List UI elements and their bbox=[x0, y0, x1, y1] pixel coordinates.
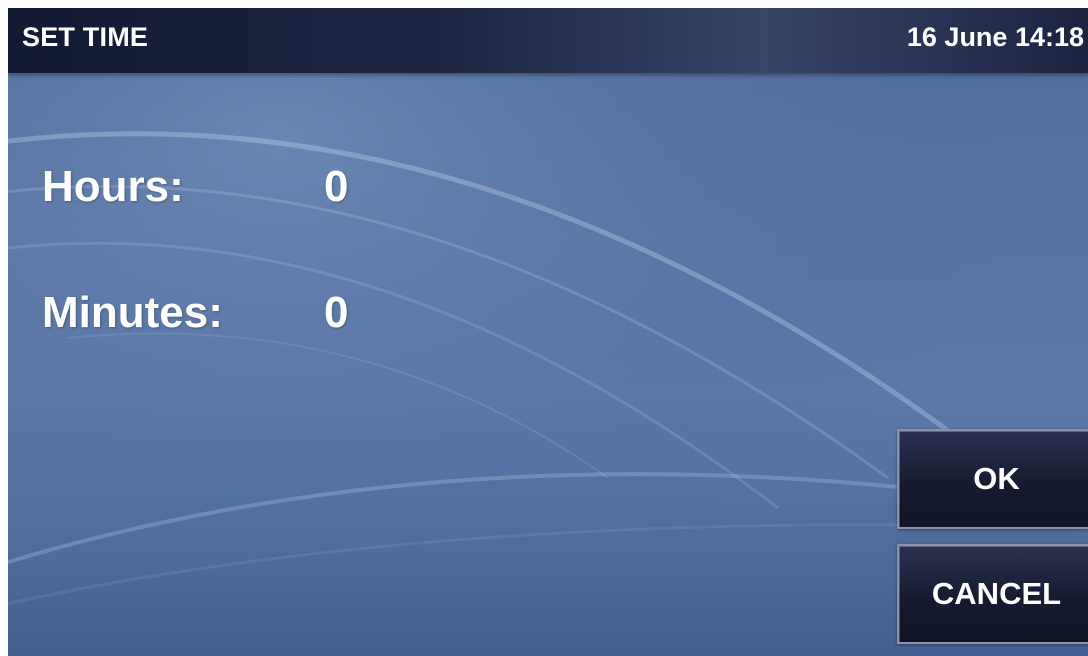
page-title: SET TIME bbox=[22, 22, 149, 52]
hours-value[interactable]: 0 bbox=[324, 162, 348, 212]
minutes-label: Minutes: bbox=[42, 288, 223, 337]
cancel-button[interactable]: CANCEL bbox=[897, 544, 1088, 644]
set-time-screen: SET TIME 16 June 14:18 Hours: 0 Minutes:… bbox=[8, 8, 1088, 656]
ok-button[interactable]: OK bbox=[897, 429, 1088, 529]
minutes-value[interactable]: 0 bbox=[324, 288, 348, 338]
title-bar: SET TIME 16 June 14:18 bbox=[8, 8, 1088, 73]
current-datetime: 16 June 14:18 bbox=[906, 22, 1084, 52]
hours-label: Hours: bbox=[42, 162, 184, 211]
